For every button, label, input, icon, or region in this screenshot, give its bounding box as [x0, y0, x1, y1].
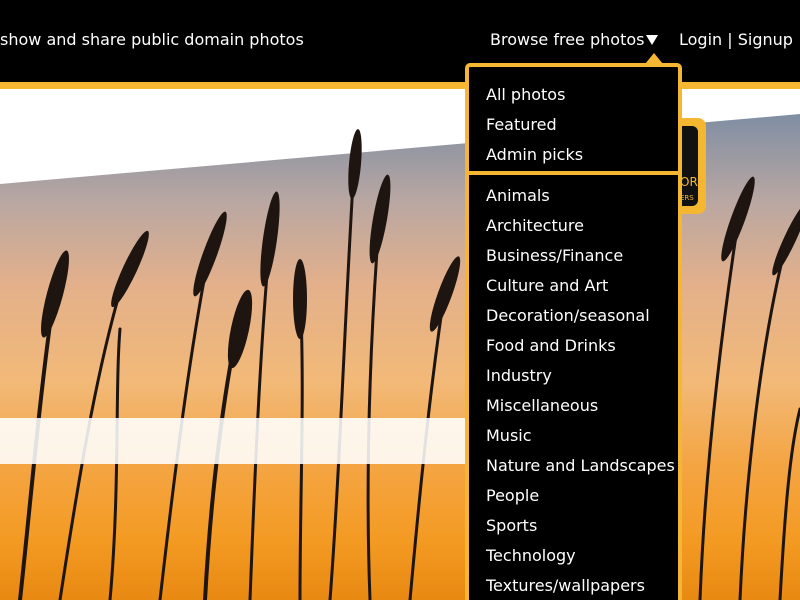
badge-subtext: ERS [680, 194, 694, 202]
dropdown-divider [469, 171, 678, 175]
menu-item-animals[interactable]: Animals [486, 186, 550, 206]
menu-item-business-finance[interactable]: Business/Finance [486, 246, 623, 266]
menu-item-admin-picks[interactable]: Admin picks [486, 145, 583, 165]
search-input[interactable] [0, 418, 468, 464]
menu-item-culture-and-art[interactable]: Culture and Art [486, 276, 608, 296]
triangle-down-icon[interactable] [646, 35, 658, 45]
menu-item-decoration-seasonal[interactable]: Decoration/seasonal [486, 306, 650, 326]
menu-item-nature-and-landscapes[interactable]: Nature and Landscapes [486, 456, 675, 476]
site-tagline: show and share public domain photos [0, 30, 304, 49]
signup-link[interactable]: Signup [738, 30, 793, 49]
auth-separator: | [722, 30, 738, 49]
menu-item-textures-wallpapers[interactable]: Textures/wallpapers [486, 576, 645, 596]
menu-item-miscellaneous[interactable]: Miscellaneous [486, 396, 598, 416]
menu-item-all-photos[interactable]: All photos [486, 85, 565, 105]
menu-item-people[interactable]: People [486, 486, 539, 506]
menu-item-featured[interactable]: Featured [486, 115, 557, 135]
login-link[interactable]: Login [679, 30, 722, 49]
browse-dropdown-menu: All photos Featured Admin picks Animals … [465, 63, 682, 600]
menu-item-architecture[interactable]: Architecture [486, 216, 584, 236]
menu-item-industry[interactable]: Industry [486, 366, 552, 386]
menu-item-music[interactable]: Music [486, 426, 532, 446]
menu-item-technology[interactable]: Technology [486, 546, 576, 566]
menu-item-food-and-drinks[interactable]: Food and Drinks [486, 336, 616, 356]
search-bar[interactable] [0, 418, 468, 464]
menu-item-sports[interactable]: Sports [486, 516, 537, 536]
badge-text: OR [680, 175, 698, 189]
browse-free-photos-link[interactable]: Browse free photos [490, 30, 644, 50]
auth-links: Login | Signup [679, 30, 793, 50]
